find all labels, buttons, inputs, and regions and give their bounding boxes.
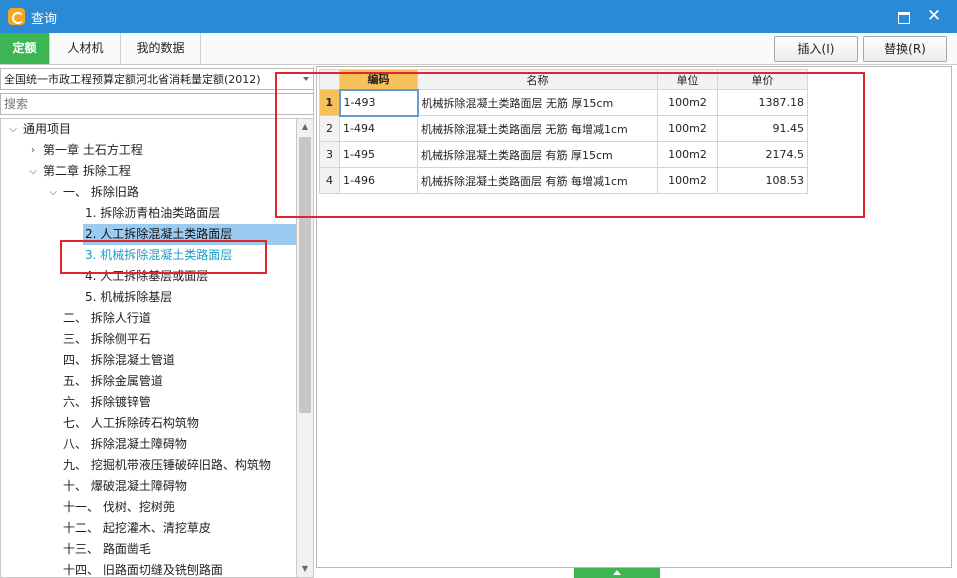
tree-item-label: 三、 拆除侧平石 [63, 332, 151, 346]
tree-item[interactable]: 5. 机械拆除基层 [1, 287, 296, 308]
left-panel: 全国统一市政工程预算定额河北省消耗量定额(2012) ⌵ 通用项目 › 第一章 土石方… [0, 66, 314, 578]
insert-button[interactable]: 插入(I) [774, 36, 858, 62]
tree-item[interactable]: 十四、 旧路面切缝及铣刨路面 [1, 560, 296, 577]
tree-item-label: 第二章 拆除工程 [43, 164, 131, 178]
tree-item-label: 十三、 路面凿毛 [63, 542, 151, 556]
tree-item-label: 十、 爆破混凝土障碍物 [63, 479, 187, 493]
tree-item[interactable]: 六、 拆除镀锌管 [1, 392, 296, 413]
tree-item[interactable]: ⌵ 一、 拆除旧路 [1, 182, 296, 203]
tree-item-label: 十一、 伐树、挖树蔸 [63, 500, 175, 514]
tree-item[interactable]: 十、 爆破混凝土障碍物 [1, 476, 296, 497]
tree-item[interactable]: 1. 拆除沥青柏油类路面层 [1, 203, 296, 224]
annotation-box-tree-item [60, 240, 267, 274]
tree-item-label: 5. 机械拆除基层 [85, 290, 173, 304]
app-icon [8, 8, 25, 25]
quota-library-select[interactable]: 全国统一市政工程预算定额河北省消耗量定额(2012) [0, 68, 314, 90]
tree-item-label: 第一章 土石方工程 [43, 143, 143, 157]
tab-my-data[interactable]: 我的数据 [121, 33, 201, 64]
chevron-down-icon[interactable]: ⌵ [47, 182, 59, 203]
tab-quota[interactable]: 定额 [0, 33, 50, 64]
annotation-box-results [275, 72, 865, 218]
chevron-down-icon[interactable]: ⌵ [27, 161, 39, 182]
tree-item-label: 十二、 起挖灌木、清挖草皮 [63, 521, 211, 535]
chapter-tree: ⌵ 通用项目 › 第一章 土石方工程 ⌵ 第二章 拆除工程 ⌵ 一、 拆除旧路 1. 拆除沥青柏… [0, 118, 296, 578]
tree-item-label: 五、 拆除金属管道 [63, 374, 163, 388]
tree-item-label: 1. 拆除沥青柏油类路面层 [85, 206, 221, 220]
quota-library-value: 全国统一市政工程预算定额河北省消耗量定额(2012) [4, 73, 261, 86]
tree-item[interactable]: 八、 拆除混凝土障碍物 [1, 434, 296, 455]
tree-item[interactable]: 四、 拆除混凝土管道 [1, 350, 296, 371]
tree-item-label: 通用项目 [23, 122, 72, 136]
search-input[interactable] [0, 93, 314, 115]
tree-item[interactable]: 十三、 路面凿毛 [1, 539, 296, 560]
tree-item[interactable]: › 第一章 土石方工程 [1, 140, 296, 161]
title-bar: 查询 ✕ [0, 0, 957, 33]
tree-item[interactable]: 十二、 起挖灌木、清挖草皮 [1, 518, 296, 539]
window-title: 查询 [31, 12, 58, 27]
tree-item-label: 一、 拆除旧路 [63, 185, 139, 199]
tree-item[interactable]: 三、 拆除侧平石 [1, 329, 296, 350]
panel-splitter[interactable] [574, 568, 660, 578]
tree-item[interactable]: 十一、 伐树、挖树蔸 [1, 497, 296, 518]
tree-item[interactable]: ⌵ 通用项目 [1, 119, 296, 140]
tree-item-label: 四、 拆除混凝土管道 [63, 353, 175, 367]
scroll-down-icon[interactable]: ▼ [297, 561, 313, 577]
tab-materials[interactable]: 人材机 [51, 33, 121, 64]
replace-button[interactable]: 替换(R) [863, 36, 947, 62]
maximize-button[interactable] [893, 8, 913, 25]
tree-item[interactable]: 五、 拆除金属管道 [1, 371, 296, 392]
chevron-down-icon[interactable]: ⌵ [7, 119, 19, 140]
tree-item-label: 二、 拆除人行道 [63, 311, 151, 325]
tab-bar: 定额 人材机 我的数据 插入(I) 替换(R) [0, 33, 957, 65]
tree-item[interactable]: 七、 人工拆除砖石构筑物 [1, 413, 296, 434]
tree-item-label: 十四、 旧路面切缝及铣刨路面 [63, 563, 223, 577]
tree-item[interactable]: ⌵ 第二章 拆除工程 [1, 161, 296, 182]
tree-item-label: 九、 挖掘机带液压锤破碎旧路、构筑物 [63, 458, 271, 472]
close-button[interactable]: ✕ [922, 5, 946, 27]
tree-item-label: 六、 拆除镀锌管 [63, 395, 151, 409]
tree-item-label: 八、 拆除混凝土障碍物 [63, 437, 187, 451]
tree-item[interactable]: 九、 挖掘机带液压锤破碎旧路、构筑物 [1, 455, 296, 476]
tree-item-label: 七、 人工拆除砖石构筑物 [63, 416, 199, 430]
chevron-right-icon[interactable]: › [27, 140, 39, 161]
tree-item[interactable]: 二、 拆除人行道 [1, 308, 296, 329]
